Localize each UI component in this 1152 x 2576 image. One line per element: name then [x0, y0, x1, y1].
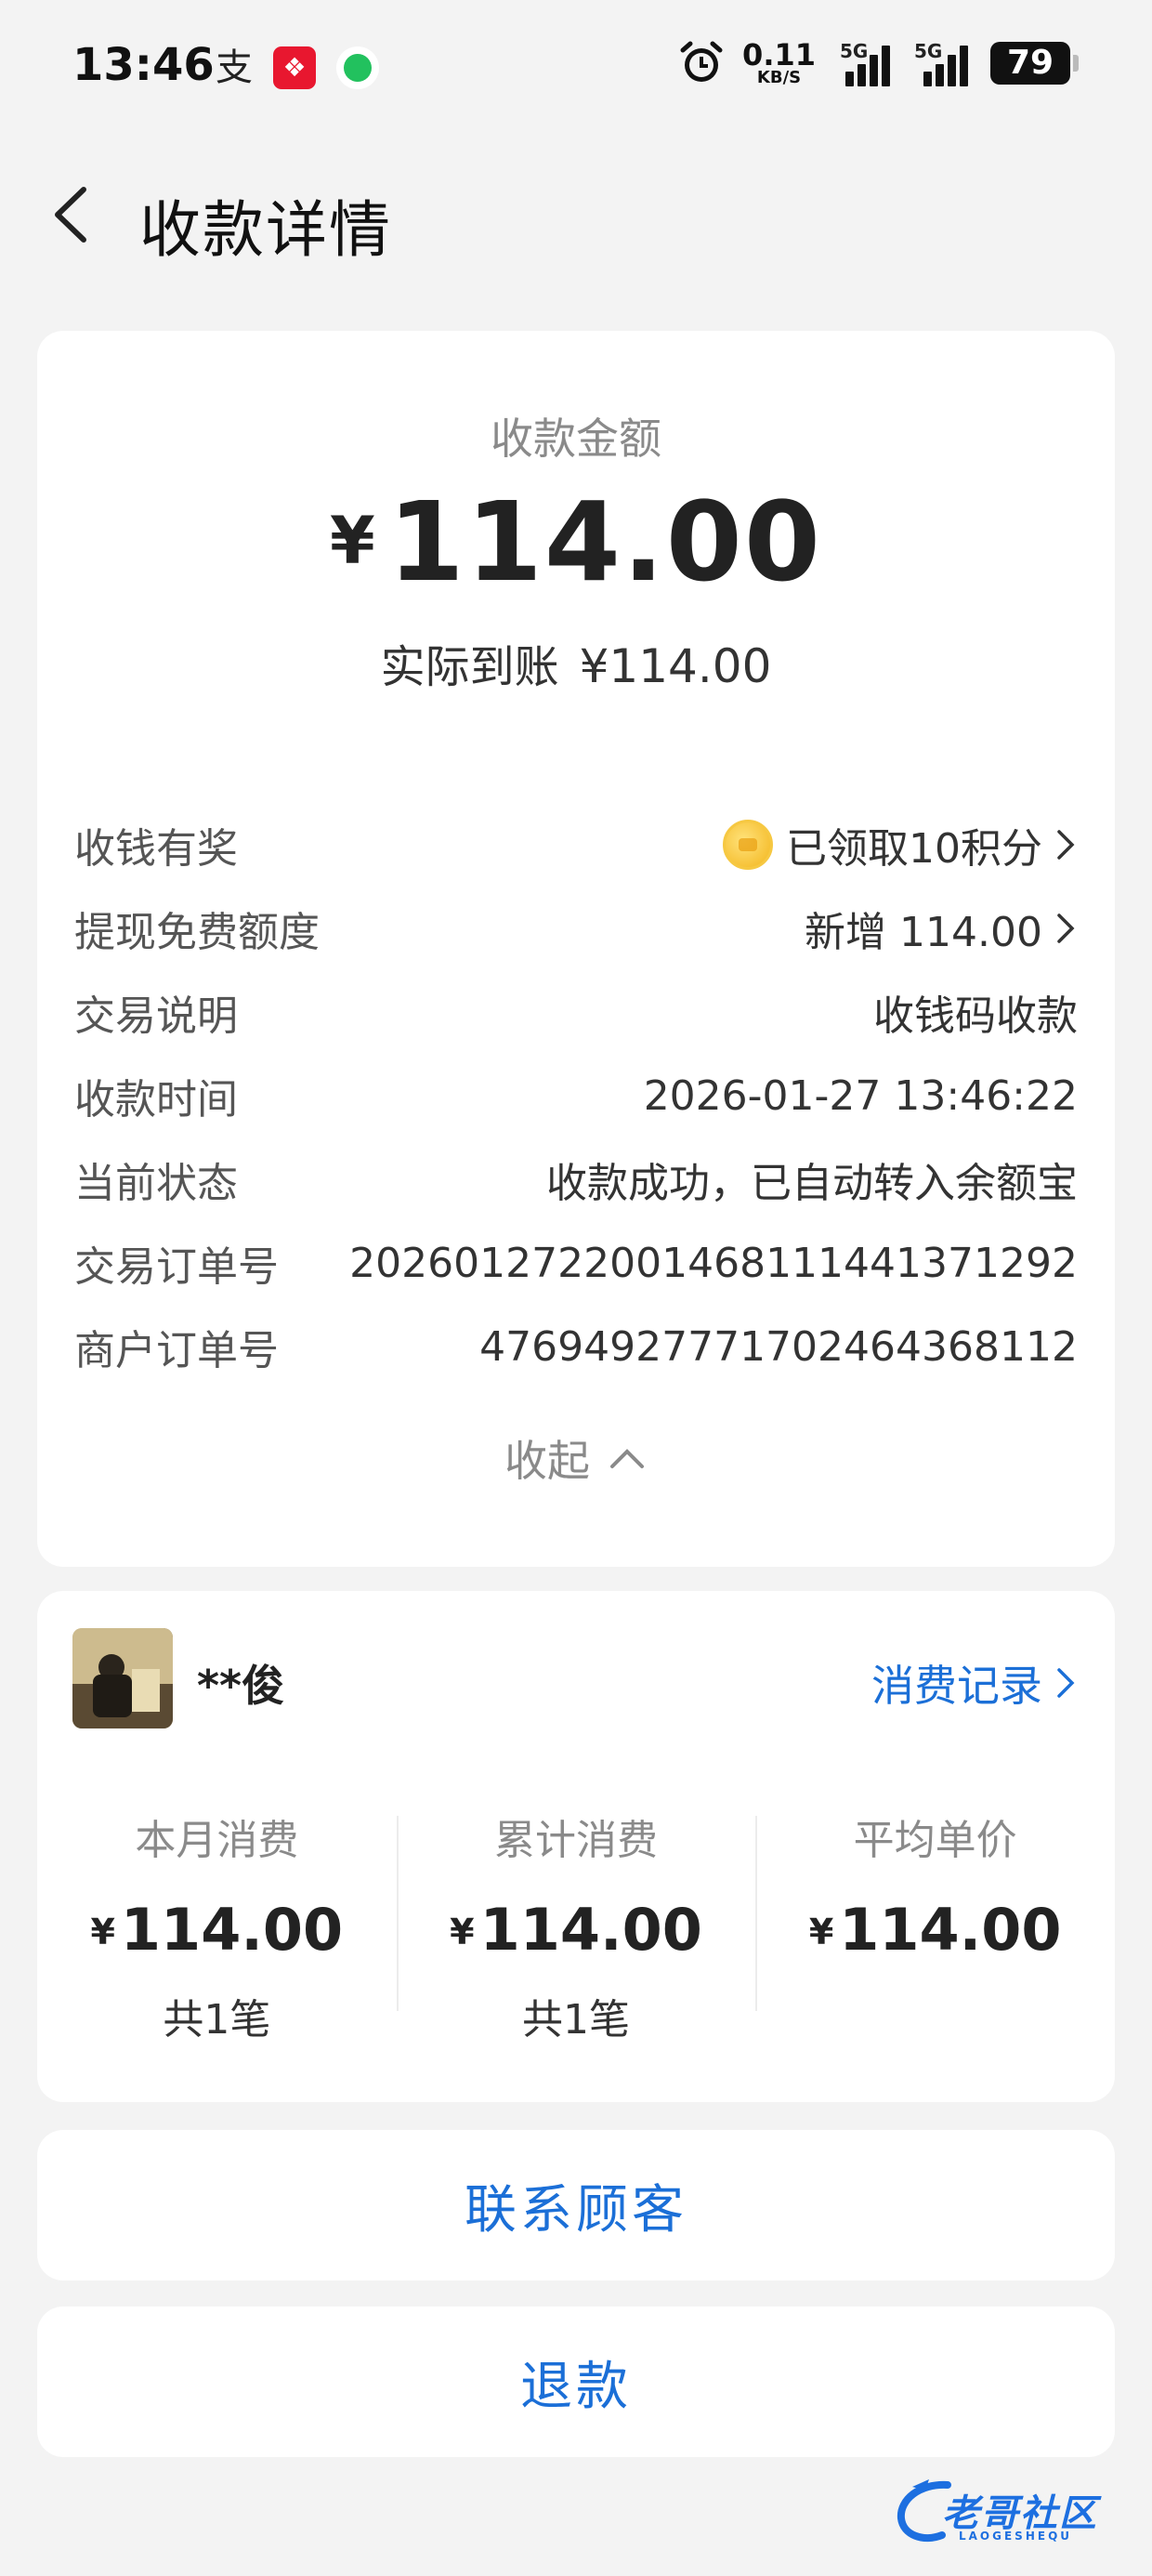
amount-value: ¥114.00 — [37, 478, 1115, 606]
detail-row-value: 47694927771702464368112 — [479, 1322, 1078, 1371]
detail-row-status: 当前状态 收款成功，已自动转入余额宝 — [74, 1137, 1078, 1221]
green-app-icon — [336, 46, 379, 89]
status-bar: 13:46 支 ❖ 0.11 KB/S 5G 5G 79 — [0, 0, 1152, 139]
detail-rows: 收钱有奖 已领取10积分 提现免费额度 新增 114.00 交易说明 收钱码收款 — [74, 803, 1078, 1388]
watermark-logo: 老哥社区 LAOGESHEQU — [892, 2470, 1133, 2554]
contact-customer-button[interactable]: 联系顾客 — [37, 2130, 1115, 2280]
refund-button[interactable]: 退款 — [37, 2307, 1115, 2457]
detail-row-free-quota[interactable]: 提现免费额度 新增 114.00 — [74, 887, 1078, 970]
detail-row-reward[interactable]: 收钱有奖 已领取10积分 — [74, 803, 1078, 887]
detail-row-label: 当前状态 — [74, 1160, 238, 1207]
detail-row-label: 商户订单号 — [74, 1327, 279, 1374]
customer-name: **俊 — [197, 1661, 285, 1711]
customer-stats: 本月消费 ¥114.00 共1笔 累计消费 ¥114.00 共1笔 平均单价 ¥… — [37, 1807, 1115, 2045]
detail-row-label: 收钱有奖 — [74, 825, 238, 873]
watermark-subtext: LAOGESHEQU — [959, 2530, 1073, 2543]
detail-row-value: 2026-01-27 13:46:22 — [643, 1071, 1078, 1120]
detail-row-value: 收款成功，已自动转入余额宝 — [546, 1160, 1078, 1207]
status-time: 13:46 — [72, 39, 215, 91]
detail-row-trade-no: 交易订单号 2026012722001468111441371292 — [74, 1221, 1078, 1305]
customer-card: **俊 消费记录 本月消费 ¥114.00 共1笔 累计消费 ¥114.00 共… — [37, 1591, 1115, 2102]
detail-row-label: 交易订单号 — [74, 1243, 279, 1291]
status-indicators: 0.11 KB/S 5G 5G 79 — [677, 37, 1079, 87]
detail-row-value: 新增 114.00 — [805, 899, 1078, 958]
collapse-label: 收起 — [504, 1436, 590, 1486]
collapse-button[interactable]: 收起 — [37, 1427, 1115, 1489]
detail-row-label: 交易说明 — [74, 992, 238, 1040]
consumption-record-link[interactable]: 消费记录 — [871, 1652, 1078, 1714]
payment-detail-page: 13:46 支 ❖ 0.11 KB/S 5G 5G 79 收款详情 收款金额 ¥… — [0, 0, 1152, 2576]
coin-icon — [723, 820, 773, 870]
signal-icon-2: 5G — [914, 40, 974, 86]
actual-received-label: 实际到账 — [380, 641, 559, 693]
red-app-icon: ❖ — [273, 46, 316, 89]
header: 收款详情 — [0, 158, 1152, 269]
signal-icon: 5G — [832, 40, 897, 86]
amount-number: 114.00 — [387, 478, 823, 606]
alarm-icon — [680, 41, 723, 82]
detail-row-merchant-no: 商户订单号 47694927771702464368112 — [74, 1305, 1078, 1388]
detail-row-value: 收钱码收款 — [873, 992, 1078, 1040]
detail-row-time: 收款时间 2026-01-27 13:46:22 — [74, 1054, 1078, 1137]
actual-received: 实际到账 ¥114.00 — [37, 630, 1115, 695]
net-speed: 0.11 KB/S — [742, 37, 816, 87]
detail-row-label: 收款时间 — [74, 1076, 238, 1124]
chevron-up-icon — [610, 1449, 644, 1468]
notification-icons: 支 ❖ — [216, 46, 379, 89]
amount-label: 收款金额 — [491, 414, 661, 464]
chevron-right-icon — [1057, 913, 1075, 943]
detail-row-value: 已领取10积分 — [723, 815, 1078, 874]
amount-card: 收款金额 ¥114.00 实际到账 ¥114.00 收钱有奖 已领取10积分 提现… — [37, 331, 1115, 1567]
detail-row-label: 提现免费额度 — [74, 909, 320, 956]
detail-row-description: 交易说明 收钱码收款 — [74, 970, 1078, 1054]
alipay-icon: 支 — [216, 46, 253, 89]
stat-average: 平均单价 ¥114.00 — [755, 1807, 1115, 2045]
detail-row-value: 2026012722001468111441371292 — [349, 1239, 1078, 1287]
currency-symbol: ¥ — [329, 503, 375, 579]
chevron-right-icon — [1057, 830, 1075, 860]
stat-month: 本月消费 ¥114.00 共1笔 — [90, 1817, 344, 2044]
stat-total: 累计消费 ¥114.00 共1笔 — [396, 1807, 756, 2045]
avatar[interactable] — [72, 1628, 173, 1728]
chevron-right-icon — [1057, 1668, 1075, 1698]
page-title: 收款详情 — [139, 194, 392, 266]
battery-icon: 79 — [990, 42, 1079, 85]
actual-received-value: ¥114.00 — [579, 639, 772, 693]
back-arrow-icon[interactable] — [45, 182, 100, 247]
